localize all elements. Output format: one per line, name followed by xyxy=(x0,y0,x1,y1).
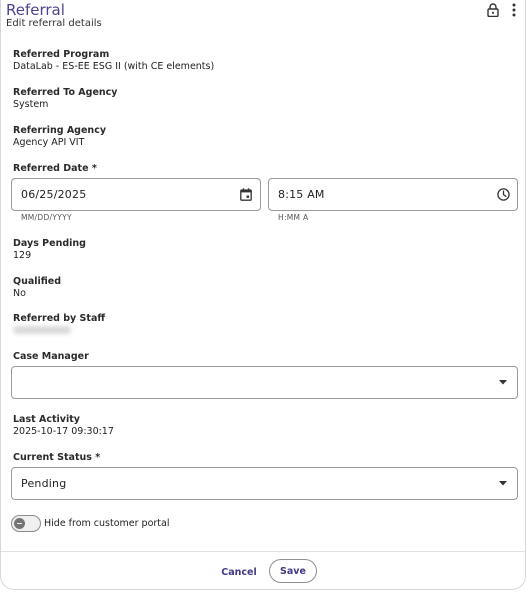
page-subtitle: Edit referral details xyxy=(6,18,102,29)
referred-time-helper: H:MM A xyxy=(278,213,309,222)
save-button[interactable]: Save xyxy=(269,559,317,583)
referred-date-label: Referred Date * xyxy=(13,163,97,174)
referred-by-staff-value-redacted xyxy=(13,326,71,334)
referral-panel: Referral Edit referral details Referred … xyxy=(0,0,526,590)
last-activity-value: 2025-10-17 09:30:17 xyxy=(13,426,114,437)
qualified-label: Qualified xyxy=(13,276,62,287)
chevron-down-icon xyxy=(496,468,510,499)
referred-program-value: DataLab - ES-EE ESG II (with CE elements… xyxy=(13,61,215,72)
days-pending-value: 129 xyxy=(13,250,32,261)
referring-agency-label: Referring Agency xyxy=(13,125,107,136)
referred-by-staff-label: Referred by Staff xyxy=(13,313,106,324)
days-pending-label: Days Pending xyxy=(13,238,86,249)
cancel-button[interactable]: Cancel xyxy=(219,563,259,581)
current-status-value: Pending xyxy=(21,477,67,490)
hide-from-portal-toggle[interactable] xyxy=(11,515,41,532)
lock-icon[interactable] xyxy=(485,2,501,18)
more-vertical-icon[interactable] xyxy=(506,2,522,18)
referred-date-value: 06/25/2025 xyxy=(21,188,87,201)
referred-to-agency-value: System xyxy=(13,99,49,110)
clock-icon[interactable] xyxy=(496,179,510,210)
referred-time-value: 8:15 AM xyxy=(278,188,325,201)
footer-divider xyxy=(1,551,525,552)
case-manager-select[interactable] xyxy=(11,366,518,399)
current-status-select[interactable]: Pending xyxy=(11,467,518,500)
current-status-label: Current Status * xyxy=(13,452,101,463)
case-manager-label: Case Manager xyxy=(13,351,89,362)
referred-to-agency-label: Referred To Agency xyxy=(13,87,118,98)
referred-date-input[interactable]: 06/25/2025 xyxy=(11,178,261,211)
referring-agency-value: Agency API VIT xyxy=(13,137,85,148)
calendar-icon[interactable] xyxy=(239,179,253,210)
toggle-knob xyxy=(14,518,25,529)
last-activity-label: Last Activity xyxy=(13,414,80,425)
referred-program-label: Referred Program xyxy=(13,49,110,60)
chevron-down-icon xyxy=(496,367,510,398)
hide-from-portal-label: Hide from customer portal xyxy=(44,518,170,529)
referred-time-input[interactable]: 8:15 AM xyxy=(268,178,518,211)
qualified-value: No xyxy=(13,288,26,299)
referred-date-helper: MM/DD/YYYY xyxy=(21,213,72,222)
